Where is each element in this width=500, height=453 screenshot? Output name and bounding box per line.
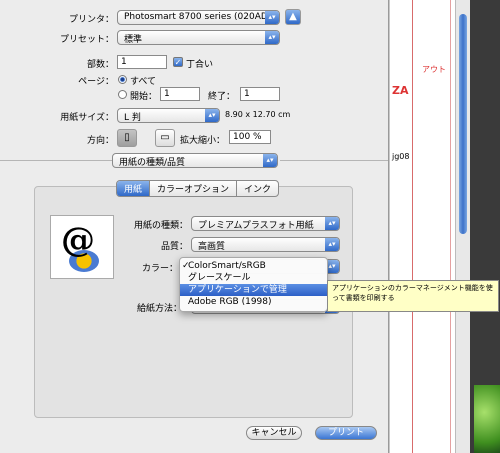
collate-label: 丁合い xyxy=(186,60,214,70)
orientation-label: 方向： xyxy=(86,136,114,146)
popup-arrow-icon: ▴▾ xyxy=(265,31,279,44)
background-text: jg08 xyxy=(392,152,410,161)
scroll-thumb[interactable] xyxy=(459,14,467,234)
popup-arrow-icon: ▴▾ xyxy=(325,217,339,230)
pages-from-field[interactable]: 1 xyxy=(160,87,200,101)
scale-field[interactable]: 100 % xyxy=(229,130,271,144)
pages-all-radio[interactable] xyxy=(118,75,127,84)
paper-type-label: 用紙の種類： xyxy=(133,221,188,231)
menu-item-colorsmart[interactable]: ✓ ColorSmart/sRGB xyxy=(180,260,327,272)
preset-label: プリセット： xyxy=(59,35,114,45)
paper-size-value: L 判 xyxy=(124,113,141,123)
print-preview-image: @ xyxy=(50,215,114,279)
quality-label: 品質： xyxy=(160,242,188,252)
tab-color-options[interactable]: カラーオプション xyxy=(150,181,238,196)
paper-type-value: プレミアムプラスフォト用紙 xyxy=(198,221,314,231)
tab-paper[interactable]: 用紙 xyxy=(117,181,151,196)
at-sign-icon: @ xyxy=(61,220,95,260)
pages-all-label: すべて xyxy=(130,77,157,87)
print-button[interactable]: プリント xyxy=(315,426,377,440)
pages-to-label: 終了： xyxy=(208,92,236,102)
preset-popup[interactable]: 標準 ▴▾ xyxy=(117,30,280,45)
section-popup[interactable]: 用紙の種類/品質 ▴▾ xyxy=(112,153,278,168)
pages-range-radio[interactable] xyxy=(118,90,127,99)
popup-arrow-icon: ▴▾ xyxy=(205,109,219,122)
scale-label: 拡大縮小： xyxy=(180,136,226,146)
menu-item-adobe-rgb[interactable]: Adobe RGB (1998) xyxy=(180,296,327,308)
tooltip: アプリケーションのカラーマネージメント機能を使って書類を印刷する xyxy=(327,280,499,312)
background-text: アウト xyxy=(422,65,446,74)
copies-label: 部数： xyxy=(86,60,114,70)
popup-arrow-icon: ▴▾ xyxy=(263,154,277,167)
disclosure-button[interactable]: ▲ xyxy=(285,9,301,25)
portrait-icon[interactable]: ▯ xyxy=(117,129,137,147)
preset-value: 標準 xyxy=(124,35,143,45)
copies-field[interactable]: 1 xyxy=(117,55,167,69)
pages-from-label: 開始： xyxy=(130,92,158,102)
paper-size-label: 用紙サイズ： xyxy=(60,113,114,123)
tab-bar: 用紙 カラーオプション インク xyxy=(116,180,280,197)
quality-popup[interactable]: 高画質 ▴▾ xyxy=(191,237,340,252)
print-dialog: プリンタ： Photosmart 8700 series (020AD0) ▴▾… xyxy=(0,0,389,453)
cancel-button[interactable]: キャンセル xyxy=(246,426,302,440)
feed-label: 給紙方法： xyxy=(136,304,182,314)
printer-popup[interactable]: Photosmart 8700 series (020AD0) ▴▾ xyxy=(117,10,280,25)
menu-item-grayscale[interactable]: グレースケール xyxy=(180,272,327,284)
checkmark-icon: ✓ xyxy=(182,261,190,271)
menu-item-app-managed[interactable]: アプリケーションで管理 xyxy=(180,284,327,296)
printer-label: プリンタ： xyxy=(68,15,114,25)
quality-value: 高画質 xyxy=(198,242,226,252)
color-menu: ✓ ColorSmart/sRGB グレースケール アプリケーションで管理 Ado… xyxy=(179,257,328,312)
collate-checkbox[interactable]: ✓ xyxy=(173,57,183,67)
paper-type-popup[interactable]: プレミアムプラスフォト用紙 ▴▾ xyxy=(191,216,340,231)
background-rule xyxy=(450,0,451,453)
paper-size-dims: 8.90 x 12.70 cm xyxy=(225,110,291,119)
background-rule xyxy=(412,0,413,453)
background-text: ZA xyxy=(392,84,409,97)
pages-to-field[interactable]: 1 xyxy=(240,87,280,101)
tab-ink[interactable]: インク xyxy=(237,181,278,196)
color-label: カラー： xyxy=(141,264,178,274)
divider xyxy=(280,160,388,161)
divider xyxy=(0,160,112,161)
section-value: 用紙の種類/品質 xyxy=(119,158,186,168)
popup-arrow-icon: ▴▾ xyxy=(265,11,279,24)
popup-arrow-icon: ▴▾ xyxy=(325,238,339,251)
paper-size-popup[interactable]: L 判 ▴▾ xyxy=(117,108,220,123)
desktop-image xyxy=(474,385,500,453)
background-scrollbar[interactable] xyxy=(455,0,470,453)
pages-label: ページ： xyxy=(78,77,114,87)
landscape-icon[interactable]: ▭ xyxy=(155,129,175,147)
printer-value: Photosmart 8700 series (020AD0) xyxy=(124,12,278,22)
